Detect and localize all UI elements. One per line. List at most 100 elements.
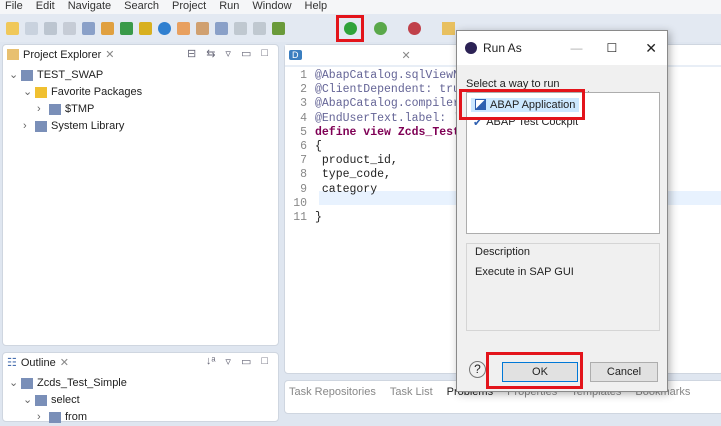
help-button[interactable]: ? <box>469 361 486 378</box>
panel-title: Outline <box>20 356 56 369</box>
tab-outline[interactable]: ☷ Outline ✕ <box>7 356 69 370</box>
editor-tab[interactable]: D ✕ <box>285 45 445 65</box>
line-text: @AbapCatalog.compiler <box>315 97 460 111</box>
debug-icon[interactable] <box>272 21 285 35</box>
line-text: type_code, <box>315 168 391 182</box>
tree-item[interactable]: › System Library <box>9 118 142 135</box>
project-explorer-panel: Project Explorer ✕ ⊟ ⇆ ▿ ▭ □ ⌄ TEST_SWAP ⌄… <box>2 44 279 346</box>
view-menu-icon[interactable]: ▿ <box>225 47 231 60</box>
expand-icon[interactable]: › <box>37 409 45 426</box>
expand-icon[interactable]: › <box>37 101 45 118</box>
ok-button[interactable]: OK <box>502 362 578 382</box>
menu-file[interactable]: File <box>5 0 23 14</box>
check-icon[interactable] <box>158 21 171 35</box>
menu-navigate[interactable]: Navigate <box>68 0 111 14</box>
cancel-button[interactable]: Cancel <box>590 362 658 382</box>
eclipse-icon <box>465 42 477 54</box>
expand-icon[interactable]: ⌄ <box>23 392 32 409</box>
run-abap-icon[interactable] <box>120 21 133 35</box>
tree-item-label: from <box>65 411 87 423</box>
open-type-icon[interactable] <box>139 21 152 35</box>
menu-project[interactable]: Project <box>172 0 206 14</box>
star-icon <box>35 87 47 98</box>
tree-item-label: Zcds_Test_Simple <box>37 377 127 389</box>
expand-icon[interactable]: › <box>23 118 31 135</box>
description-label: Description <box>475 246 531 258</box>
outline-tree: ⌄ Zcds_Test_Simple ⌄ select › from <box>9 375 127 426</box>
code-line: 11} <box>285 211 460 225</box>
activate-all-icon[interactable] <box>196 21 209 35</box>
dialog-title: Run As <box>483 41 522 55</box>
tab-task-list[interactable]: Task List <box>390 386 433 398</box>
code-editor[interactable]: 1 @AbapCatalog.sqlViewN 2 @ClientDependent:… <box>285 69 460 225</box>
project-tree: ⌄ TEST_SWAP ⌄ Favorite Packages › $TMP › System… <box>9 67 142 135</box>
folder-icon <box>7 49 19 60</box>
code-line: 10 <box>285 197 460 211</box>
menu-search[interactable]: Search <box>124 0 159 14</box>
open-abap-icon[interactable] <box>101 21 114 35</box>
maximize-icon[interactable]: ☐ <box>607 41 618 55</box>
format-icon[interactable] <box>215 21 228 35</box>
line-number: 6 <box>300 140 307 154</box>
minimize-icon[interactable]: ▭ <box>241 355 251 368</box>
save-icon[interactable] <box>44 21 57 35</box>
project-icon <box>21 70 33 81</box>
minimize-icon[interactable]: — <box>571 41 583 55</box>
link-icon[interactable] <box>82 21 95 35</box>
line-number: 3 <box>300 97 307 111</box>
tab-task-repositories[interactable]: Task Repositories <box>289 386 376 398</box>
expand-icon[interactable]: ⌄ <box>23 84 32 101</box>
menu-edit[interactable]: Edit <box>36 0 55 14</box>
maximize-icon[interactable]: □ <box>261 355 268 368</box>
new-type-icon[interactable] <box>25 21 38 35</box>
pin-icon[interactable] <box>253 21 266 35</box>
sort-icon[interactable]: ↓ᵃ <box>206 355 216 368</box>
code-line: 6{ <box>285 140 460 154</box>
save-all-icon[interactable] <box>63 21 76 35</box>
tree-item[interactable]: ⌄ Favorite Packages <box>9 84 142 101</box>
line-number: 8 <box>300 168 307 182</box>
brush-icon[interactable] <box>234 21 247 35</box>
run-icon[interactable] <box>344 22 357 35</box>
close-icon[interactable]: ✕ <box>402 49 411 62</box>
option-highlight <box>459 89 585 120</box>
line-number: 1 <box>300 69 307 82</box>
tree-item[interactable]: ⌄ select <box>9 392 127 409</box>
new-icon[interactable] <box>6 21 19 35</box>
expand-icon[interactable]: ⌄ <box>9 67 18 84</box>
line-text: category <box>315 182 378 196</box>
line-number: 7 <box>300 154 307 168</box>
tab-project-explorer[interactable]: Project Explorer ✕ <box>7 48 114 61</box>
panel-title: Project Explorer <box>23 48 102 61</box>
activate-icon[interactable] <box>177 21 190 35</box>
link-editor-icon[interactable]: ⇆ <box>206 47 215 60</box>
code-line: 8 type_code, <box>285 168 460 182</box>
collapse-all-icon[interactable]: ⊟ <box>187 47 196 60</box>
close-icon[interactable]: ✕ <box>105 48 114 61</box>
close-icon[interactable]: ✕ <box>60 356 69 369</box>
external-tools-icon[interactable] <box>408 22 421 35</box>
menu-run[interactable]: Run <box>219 0 239 14</box>
menu-help[interactable]: Help <box>305 0 328 14</box>
menu-window[interactable]: Window <box>252 0 291 14</box>
tree-item[interactable]: › from <box>9 409 127 426</box>
tree-item-label: System Library <box>51 120 125 132</box>
minimize-icon[interactable]: ▭ <box>241 47 251 60</box>
expand-icon[interactable]: ⌄ <box>9 375 18 392</box>
maximize-icon[interactable]: □ <box>261 47 268 60</box>
line-text: @AbapCatalog.sqlViewN <box>315 69 460 82</box>
coverage-icon[interactable] <box>374 22 387 35</box>
description-text: Execute in SAP GUI <box>475 266 574 278</box>
tree-item[interactable]: ⌄ Zcds_Test_Simple <box>9 375 127 392</box>
node-icon <box>21 378 33 389</box>
line-text: product_id, <box>315 154 398 168</box>
line-text: @EndUserText.label: ' <box>315 111 460 125</box>
ddl-file-icon: D <box>289 50 302 60</box>
description-group: Description Execute in SAP GUI <box>466 243 660 331</box>
tree-item[interactable]: ⌄ TEST_SWAP <box>9 67 142 84</box>
close-icon[interactable]: ✕ <box>645 40 657 57</box>
outline-panel: ☷ Outline ✕ ↓ᵃ ▿ ▭ □ ⌄ Zcds_Test_Simple ⌄ s… <box>2 352 279 423</box>
view-menu-icon[interactable]: ▿ <box>225 355 231 368</box>
tree-item[interactable]: › $TMP <box>9 101 142 118</box>
open-folder-icon[interactable] <box>442 22 455 35</box>
